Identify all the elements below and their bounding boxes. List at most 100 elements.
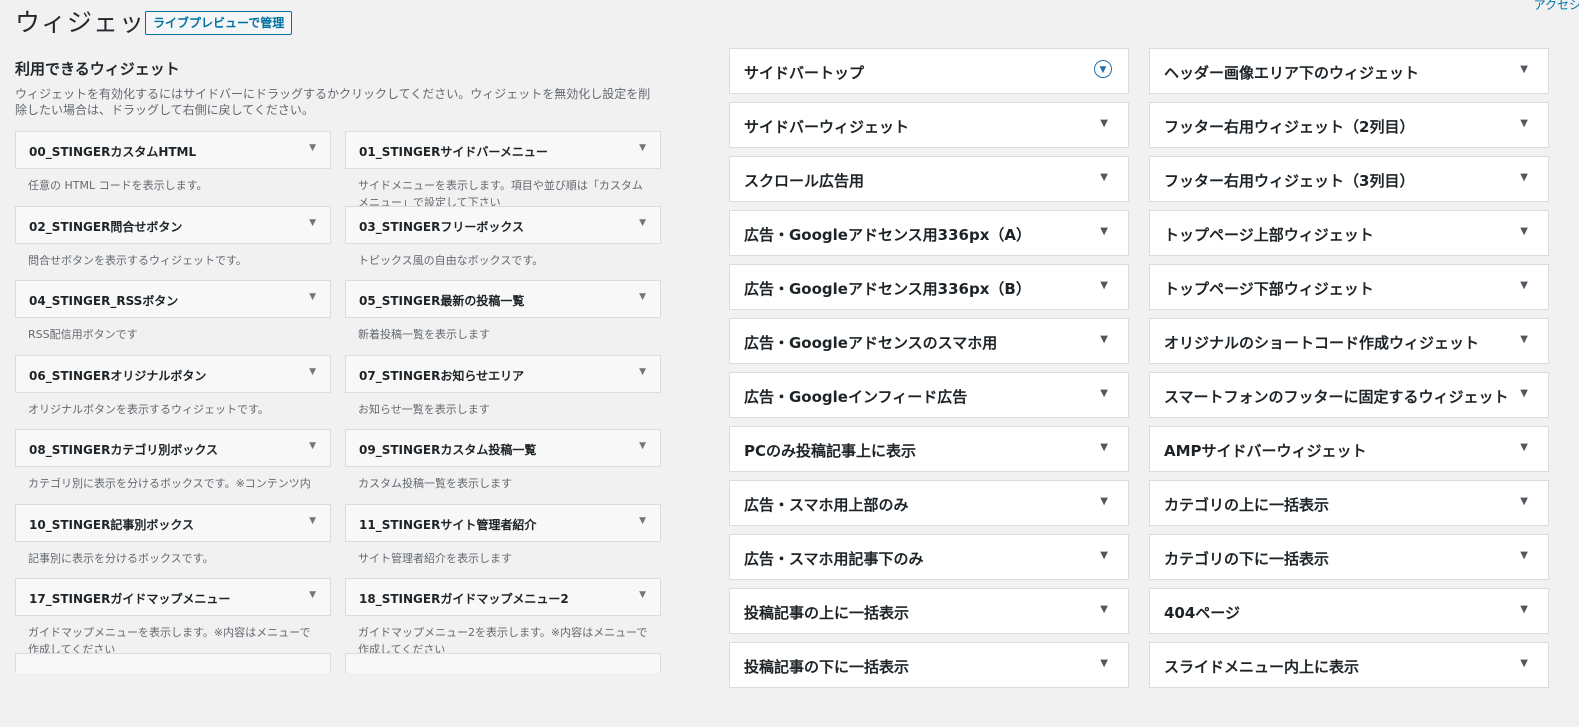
available-widget[interactable]: 03_STINGERフリーボックス▼トピックス風の自由なボックスです。 <box>345 206 661 281</box>
widget-title-bar[interactable]: 09_STINGERカスタム投稿一覧▼ <box>345 429 661 467</box>
expand-arrow-icon[interactable]: ▼ <box>1100 388 1108 399</box>
widget-title-bar[interactable]: 06_STINGERオリジナルボタン▼ <box>15 355 331 393</box>
widget-title-bar[interactable]: 17_STINGERガイドマップメニュー ▼ <box>15 578 331 616</box>
widget-area[interactable]: 広告・Googleインフィード広告▼ <box>729 372 1129 418</box>
available-widget[interactable]: 02_STINGER問合せボタン▼問合せボタンを表示するウィジェットです。 <box>15 206 331 281</box>
widget-title-bar[interactable]: 07_STINGERお知らせエリア▼ <box>345 355 661 393</box>
expand-arrow-icon[interactable]: ▼ <box>1100 604 1108 615</box>
widget-title-bar[interactable]: 08_STINGERカテゴリ別ボックス ▼ <box>15 429 331 467</box>
widget-area[interactable]: フッター右用ウィジェット（3列目）▼ <box>1149 156 1549 202</box>
toggle-circle-icon[interactable]: ▼ <box>1094 60 1112 78</box>
expand-arrow-icon[interactable]: ▼ <box>309 218 316 228</box>
available-widget[interactable] <box>345 653 661 727</box>
available-widget[interactable]: 06_STINGERオリジナルボタン▼オリジナルボタンを表示するウィジェットです… <box>15 355 331 430</box>
widget-area[interactable]: サイドバートップ▼ <box>729 48 1129 94</box>
expand-arrow-icon[interactable]: ▼ <box>1100 496 1108 507</box>
live-preview-button[interactable]: ライブプレビューで管理 <box>145 11 292 35</box>
expand-arrow-icon[interactable]: ▼ <box>1520 334 1528 345</box>
widget-area[interactable]: カテゴリの上に一括表示▼ <box>1149 480 1549 526</box>
widget-area[interactable]: サイドバーウィジェット▼ <box>729 102 1129 148</box>
available-widget[interactable]: 04_STINGER_RSSボタン▼RSS配信用ボタンです <box>15 280 331 355</box>
widget-title: 17_STINGERガイドマップメニュー <box>29 590 230 607</box>
widget-title-bar[interactable]: 03_STINGERフリーボックス▼ <box>345 206 661 244</box>
widget-area[interactable]: 404ページ▼ <box>1149 588 1549 634</box>
widget-title-bar[interactable]: 18_STINGERガイドマップメニュー2▼ <box>345 578 661 616</box>
expand-arrow-icon[interactable]: ▼ <box>309 441 316 451</box>
expand-arrow-icon[interactable]: ▼ <box>309 367 316 377</box>
expand-arrow-icon[interactable]: ▼ <box>309 516 316 526</box>
expand-arrow-icon[interactable]: ▼ <box>309 590 316 600</box>
widget-title-bar[interactable] <box>345 653 661 673</box>
expand-arrow-icon[interactable]: ▼ <box>1520 118 1528 129</box>
widget-area[interactable]: オリジナルのショートコード作成ウィジェット▼ <box>1149 318 1549 364</box>
expand-arrow-icon[interactable]: ▼ <box>309 143 316 153</box>
expand-arrow-icon[interactable]: ▼ <box>1520 496 1528 507</box>
available-widget[interactable] <box>15 653 331 727</box>
expand-arrow-icon[interactable]: ▼ <box>639 590 646 600</box>
widget-area[interactable]: スクロール広告用▼ <box>729 156 1129 202</box>
expand-arrow-icon[interactable]: ▼ <box>1100 118 1108 129</box>
widget-area[interactable]: 広告・Googleアドセンス用336px（B）▼ <box>729 264 1129 310</box>
available-widget[interactable]: 05_STINGER最新の投稿一覧▼新着投稿一覧を表示します <box>345 280 661 355</box>
expand-arrow-icon[interactable]: ▼ <box>1100 334 1108 345</box>
widget-title-bar[interactable]: 11_STINGERサイト管理者紹介▼ <box>345 504 661 542</box>
widget-description: お知らせ一覧を表示します <box>345 393 661 418</box>
expand-arrow-icon[interactable]: ▼ <box>639 367 646 377</box>
expand-arrow-icon[interactable]: ▼ <box>1520 388 1528 399</box>
expand-arrow-icon[interactable]: ▼ <box>1520 226 1528 237</box>
expand-arrow-icon[interactable]: ▼ <box>1520 280 1528 291</box>
widget-title: 08_STINGERカテゴリ別ボックス <box>29 441 218 458</box>
expand-arrow-icon[interactable]: ▼ <box>1100 172 1108 183</box>
expand-arrow-icon[interactable]: ▼ <box>309 292 316 302</box>
expand-arrow-icon[interactable]: ▼ <box>1100 226 1108 237</box>
available-widget[interactable]: 17_STINGERガイドマップメニュー▼ガイドマップメニューを表示します。※内… <box>15 578 331 653</box>
available-widget[interactable]: 09_STINGERカスタム投稿一覧▼カスタム投稿一覧を表示します <box>345 429 661 504</box>
expand-arrow-icon[interactable]: ▼ <box>1520 550 1528 561</box>
available-widget[interactable]: 18_STINGERガイドマップメニュー2▼ガイドマップメニュー2を表示します。… <box>345 578 661 653</box>
widget-area[interactable]: トップページ下部ウィジェット▼ <box>1149 264 1549 310</box>
widget-title-bar[interactable] <box>15 653 331 673</box>
expand-arrow-icon[interactable]: ▼ <box>1520 604 1528 615</box>
widget-area[interactable]: 広告・Googleアドセンス用336px（A） ▼ <box>729 210 1129 256</box>
widget-area[interactable]: 広告・スマホ用記事下のみ▼ <box>729 534 1129 580</box>
widget-area[interactable]: トップページ上部ウィジェット▼ <box>1149 210 1549 256</box>
widget-area[interactable]: カテゴリの下に一括表示▼ <box>1149 534 1549 580</box>
widget-area-title: 広告・Googleアドセンス用336px（A） <box>744 224 1031 245</box>
expand-arrow-icon[interactable]: ▼ <box>639 292 646 302</box>
expand-arrow-icon[interactable]: ▼ <box>1520 64 1528 75</box>
expand-arrow-icon[interactable]: ▼ <box>1520 658 1528 669</box>
widget-area[interactable]: 広告・Googleアドセンスのスマホ用▼ <box>729 318 1129 364</box>
widget-area[interactable]: スマートフォンのフッターに固定するウィジェット▼ <box>1149 372 1549 418</box>
expand-arrow-icon[interactable]: ▼ <box>1100 658 1108 669</box>
expand-arrow-icon[interactable]: ▼ <box>639 516 646 526</box>
available-widget[interactable]: 11_STINGERサイト管理者紹介▼サイト管理者紹介を表示します <box>345 504 661 579</box>
widget-area[interactable]: 投稿記事の上に一括表示▼ <box>729 588 1129 634</box>
available-widget[interactable]: 08_STINGERカテゴリ別ボックス▼カテゴリ別に表示を分けるボックスです。※… <box>15 429 331 504</box>
widget-title-bar[interactable]: 10_STINGER記事別ボックス▼ <box>15 504 331 542</box>
widget-area[interactable]: AMPサイドバーウィジェット▼ <box>1149 426 1549 472</box>
widget-area[interactable]: 投稿記事の下に一括表示▼ <box>729 642 1129 688</box>
expand-arrow-icon[interactable]: ▼ <box>1100 280 1108 291</box>
available-widget[interactable]: 07_STINGERお知らせエリア▼お知らせ一覧を表示します <box>345 355 661 430</box>
accessibility-mode-link[interactable]: アクセシ <box>1534 0 1579 13</box>
available-widget[interactable]: 00_STINGERカスタムHTML▼任意の HTML コードを表示します。 <box>15 131 331 206</box>
widget-title-bar[interactable]: 02_STINGER問合せボタン▼ <box>15 206 331 244</box>
expand-arrow-icon[interactable]: ▼ <box>1520 442 1528 453</box>
widget-title-bar[interactable]: 04_STINGER_RSSボタン▼ <box>15 280 331 318</box>
widget-title-bar[interactable]: 01_STINGERサイドバーメニュー▼ <box>345 131 661 169</box>
widget-area[interactable]: スライドメニュー内上に表示▼ <box>1149 642 1549 688</box>
widget-area[interactable]: PCのみ投稿記事上に表示▼ <box>729 426 1129 472</box>
expand-arrow-icon[interactable]: ▼ <box>1520 172 1528 183</box>
widget-title-bar[interactable]: 05_STINGER最新の投稿一覧▼ <box>345 280 661 318</box>
widget-area[interactable]: フッター右用ウィジェット（2列目）▼ <box>1149 102 1549 148</box>
expand-arrow-icon[interactable]: ▼ <box>639 143 646 153</box>
available-widget[interactable]: 01_STINGERサイドバーメニュー▼サイドメニューを表示します。項目や並び順… <box>345 131 661 206</box>
expand-arrow-icon[interactable]: ▼ <box>639 218 646 228</box>
available-widget[interactable]: 10_STINGER記事別ボックス▼記事別に表示を分けるボックスです。 <box>15 504 331 579</box>
expand-arrow-icon[interactable]: ▼ <box>1100 550 1108 561</box>
expand-arrow-icon[interactable]: ▼ <box>639 441 646 451</box>
widget-area[interactable]: ヘッダー画像エリア下のウィジェット▼ <box>1149 48 1549 94</box>
expand-arrow-icon[interactable]: ▼ <box>1100 442 1108 453</box>
widget-title-bar[interactable]: 00_STINGERカスタムHTML▼ <box>15 131 331 169</box>
widget-area[interactable]: 広告・スマホ用上部のみ▼ <box>729 480 1129 526</box>
